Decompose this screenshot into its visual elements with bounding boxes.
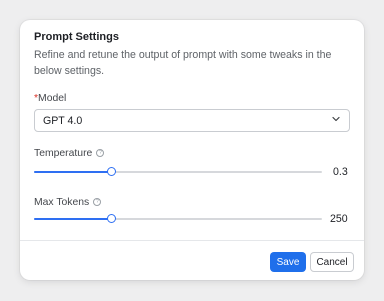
temperature-label-text: Temperature — [34, 148, 93, 159]
slider-thumb[interactable] — [106, 167, 116, 176]
prompt-settings-dialog: Prompt Settings Refine and retune the ou… — [20, 20, 364, 280]
temperature-value: 0.3 — [333, 166, 348, 178]
temperature-slider[interactable] — [34, 166, 322, 178]
dialog-title: Prompt Settings — [34, 31, 119, 43]
max-tokens-slider[interactable] — [34, 213, 322, 225]
dialog-description: Refine and retune the output of prompt w… — [34, 49, 332, 77]
model-label-text: Model — [38, 93, 67, 104]
info-icon[interactable]: ? — [96, 148, 105, 157]
max-tokens-label-text: Max Tokens — [34, 197, 90, 208]
slider-fill — [34, 171, 112, 173]
cancel-button[interactable]: Cancel — [310, 252, 354, 272]
model-select-value: GPT 4.0 — [43, 115, 83, 127]
max-tokens-value: 250 — [330, 213, 348, 225]
model-select[interactable]: GPT 4.0 — [34, 109, 350, 132]
max-tokens-label: Max Tokens ? — [34, 197, 102, 208]
chevron-down-icon — [332, 116, 340, 122]
slider-thumb[interactable] — [106, 214, 116, 223]
slider-fill — [34, 218, 112, 220]
save-button[interactable]: Save — [270, 252, 306, 272]
info-icon[interactable]: ? — [93, 197, 102, 206]
model-label: * Model — [34, 93, 66, 104]
temperature-label: Temperature ? — [34, 148, 105, 159]
footer-divider — [20, 240, 364, 241]
